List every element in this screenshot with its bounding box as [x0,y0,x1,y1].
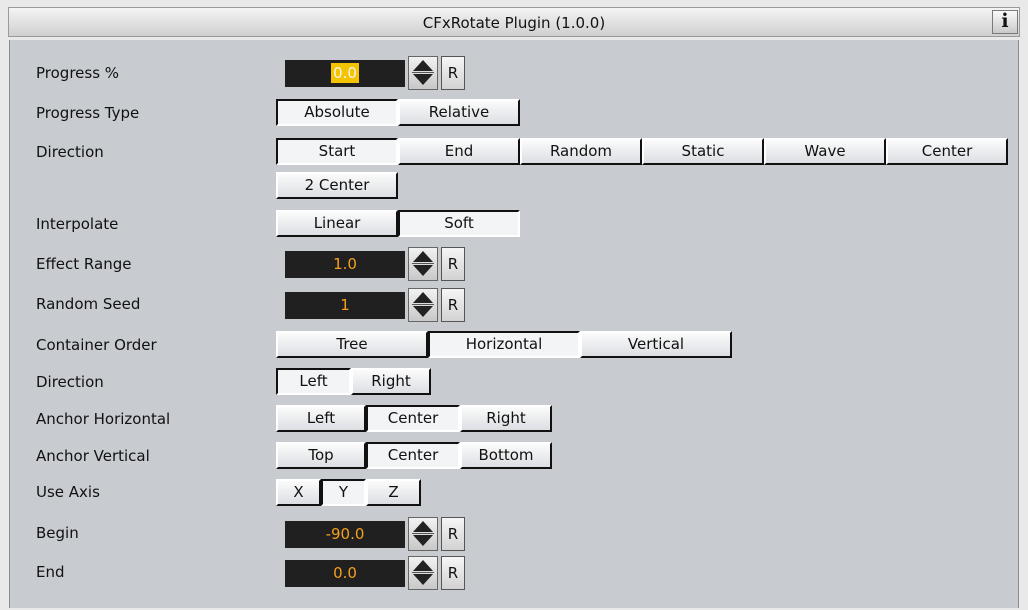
direction2-label: Direction [36,373,104,391]
progress-type-relative-button[interactable]: Relative [398,99,520,126]
direction-wave-button[interactable]: Wave [764,138,886,165]
random-seed-spinner[interactable] [408,288,438,322]
use-axis-y-button[interactable]: Y [321,479,366,506]
end-spinner[interactable] [408,556,438,590]
progress-type-label: Progress Type [36,104,140,122]
effect-range-value: 1.0 [333,255,357,273]
random-seed-label: Random Seed [36,295,141,313]
direction-static-button[interactable]: Static [642,138,764,165]
anchor-h-right-button[interactable]: Right [460,405,552,432]
direction2-left-button[interactable]: Left [276,368,351,395]
begin-spinner[interactable] [408,517,438,551]
random-seed-field[interactable]: 1 [285,292,405,319]
begin-reset-button[interactable]: R [441,517,465,551]
use-axis-x-button[interactable]: X [276,479,321,506]
anchor-v-bottom-button[interactable]: Bottom [460,442,552,469]
use-axis-label: Use Axis [36,483,100,501]
info-icon[interactable]: i [992,10,1018,34]
container-order-label: Container Order [36,336,157,354]
container-order-tree-button[interactable]: Tree [276,331,428,358]
progress-label: Progress % [36,64,120,82]
anchor-vertical-label: Anchor Vertical [36,447,150,465]
end-value: 0.0 [333,564,357,582]
spin-down-arrow-icon[interactable] [413,306,433,317]
effect-range-spinner[interactable] [408,247,438,281]
title-bar: CFxRotate Plugin (1.0.0) i [8,7,1020,37]
interpolate-label: Interpolate [36,215,119,233]
direction-start-button[interactable]: Start [276,138,398,165]
progress-spinner[interactable] [408,56,438,90]
effect-range-reset-button[interactable]: R [441,247,465,281]
direction-center-button[interactable]: Center [886,138,1008,165]
spin-up-arrow-icon[interactable] [413,560,433,571]
use-axis-z-button[interactable]: Z [366,479,421,506]
spin-up-arrow-icon[interactable] [413,292,433,303]
spin-down-arrow-icon[interactable] [413,574,433,585]
spin-up-arrow-icon[interactable] [413,60,433,71]
begin-value: -90.0 [325,525,365,543]
progress-type-absolute-button[interactable]: Absolute [276,99,398,126]
progress-field[interactable]: 0.0 [285,60,405,87]
effect-range-label: Effect Range [36,255,132,273]
interpolate-soft-button[interactable]: Soft [398,210,520,237]
progress-reset-button[interactable]: R [441,56,465,90]
spin-up-arrow-icon[interactable] [413,251,433,262]
end-reset-button[interactable]: R [441,556,465,590]
begin-field[interactable]: -90.0 [285,521,405,548]
spin-down-arrow-icon[interactable] [413,535,433,546]
window-title: CFxRotate Plugin (1.0.0) [422,14,606,32]
anchor-h-left-button[interactable]: Left [276,405,366,432]
anchor-v-center-button[interactable]: Center [366,442,460,469]
direction2-right-button[interactable]: Right [351,368,431,395]
interpolate-linear-button[interactable]: Linear [276,210,398,237]
container-order-horizontal-button[interactable]: Horizontal [428,331,580,358]
spin-down-arrow-icon[interactable] [413,74,433,85]
effect-range-field[interactable]: 1.0 [285,251,405,278]
random-seed-reset-button[interactable]: R [441,288,465,322]
plugin-panel: Progress % 0.0 R Progress Type Absolute … [9,40,1019,608]
progress-value: 0.0 [331,63,359,83]
spin-down-arrow-icon[interactable] [413,265,433,276]
anchor-h-center-button[interactable]: Center [366,405,460,432]
end-label: End [36,563,65,581]
begin-label: Begin [36,524,79,542]
anchor-v-top-button[interactable]: Top [276,442,366,469]
anchor-horizontal-label: Anchor Horizontal [36,410,171,428]
spin-up-arrow-icon[interactable] [413,521,433,532]
container-order-vertical-button[interactable]: Vertical [580,331,732,358]
direction-end-button[interactable]: End [398,138,520,165]
direction-2center-button[interactable]: 2 Center [276,172,398,199]
random-seed-value: 1 [340,296,350,314]
direction-label: Direction [36,143,104,161]
end-field[interactable]: 0.0 [285,560,405,587]
direction-random-button[interactable]: Random [520,138,642,165]
